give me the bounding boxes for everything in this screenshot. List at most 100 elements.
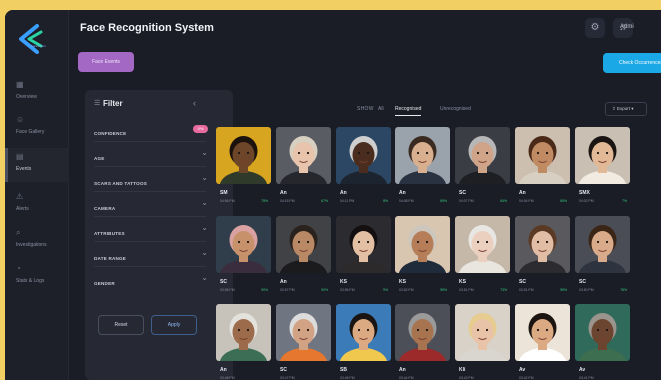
- face-card[interactable]: SC 04:07 PM 84%: [455, 127, 510, 203]
- filter-icon: ☰: [94, 100, 101, 107]
- face-photo: [336, 304, 391, 361]
- face-time: 04:04 PM: [519, 199, 534, 203]
- face-card[interactable]: An 03:57 PM 92%: [276, 216, 331, 292]
- sidebar-item-face-gallery[interactable]: ☺ Face Gallery: [5, 115, 69, 145]
- face-card[interactable]: SC 03:51 PM 95%: [515, 216, 570, 292]
- face-photo: [216, 127, 271, 184]
- chevron-down-icon: ▾: [630, 106, 634, 111]
- face-name: SC: [280, 367, 287, 373]
- sidebar: FaceVision ▦ Overview ☺ Face Gallery ▤ E…: [5, 10, 69, 380]
- export-label: Export: [617, 106, 631, 111]
- apply-button[interactable]: Apply: [151, 315, 197, 335]
- face-confidence: 90%: [261, 288, 268, 292]
- face-photo: [395, 216, 450, 273]
- gear-icon: ⚙: [590, 22, 600, 33]
- filter-confidence[interactable]: CONFIDENCE 0%: [94, 122, 208, 142]
- sidebar-item-label: Investigations: [16, 242, 47, 248]
- face-card[interactable]: SC 03:50 PM 78%: [575, 216, 630, 292]
- face-card[interactable]: KS 03:55 PM 9%: [336, 216, 391, 292]
- face-time: 03:41 PM: [579, 376, 594, 380]
- filter-age[interactable]: AGE ⌄: [94, 147, 208, 167]
- check-occurrences-button[interactable]: Check Occurrences: [603, 53, 661, 73]
- face-photo: [276, 304, 331, 361]
- settings-button[interactable]: ⚙: [585, 18, 605, 38]
- face-photo: [395, 127, 450, 184]
- face-card[interactable]: An 03:48 PM: [216, 304, 271, 380]
- show-label: SHOW: [357, 106, 374, 112]
- sidebar-item-label: Face Gallery: [16, 129, 45, 135]
- face-photo: [575, 127, 630, 184]
- sidebar-item-alerts[interactable]: ⚠ Alerts: [5, 192, 69, 222]
- page-title: Face Recognition System: [80, 22, 214, 34]
- filter-label: SCARS AND TATTOOS: [94, 181, 147, 186]
- face-photo: [276, 127, 331, 184]
- face-photo: [395, 304, 450, 361]
- sidebar-item-label: Stats & Logs: [16, 278, 45, 284]
- filter-scars-tattoos[interactable]: SCARS AND TATTOOS ⌄: [94, 172, 208, 192]
- divider: [94, 141, 206, 142]
- face-events-button[interactable]: Face Events: [78, 52, 134, 72]
- face-name: An: [399, 367, 406, 373]
- face-photo: [455, 216, 510, 273]
- sidebar-item-overview[interactable]: ▦ Overview: [5, 80, 69, 110]
- face-name: SC: [579, 279, 586, 285]
- chevron-down-icon: ⌄: [201, 223, 208, 232]
- face-time: 04:56 PM: [220, 199, 235, 203]
- export-button[interactable]: ⇪ Export ▾: [605, 102, 647, 116]
- face-confidence: 73%: [500, 288, 507, 292]
- face-photo: [575, 304, 630, 361]
- admin-user-menu[interactable]: Admi: [620, 24, 634, 30]
- face-photo: [336, 127, 391, 184]
- face-card[interactable]: KS 03:52 PM 95%: [395, 216, 450, 292]
- face-name: SB: [340, 367, 347, 373]
- reset-button[interactable]: Reset: [98, 315, 144, 335]
- face-time: 03:48 PM: [220, 376, 235, 380]
- sidebar-item-events[interactable]: ▤ Events: [5, 148, 69, 182]
- face-card[interactable]: An 03:44 PM: [395, 304, 450, 380]
- face-card[interactable]: Av 03:41 PM: [575, 304, 630, 380]
- filter-camera[interactable]: CAMERA ⌄: [94, 197, 208, 217]
- face-card[interactable]: An 04:15 PM 67%: [276, 127, 331, 203]
- face-photo: [336, 216, 391, 273]
- face-card[interactable]: SC 03:58 PM 90%: [216, 216, 271, 292]
- filter-label: GENDER: [94, 281, 115, 286]
- sidebar-item-stats-logs[interactable]: ◔ Stats & Logs: [5, 264, 69, 294]
- divider: [94, 266, 206, 267]
- app-window: FaceVision ▦ Overview ☺ Face Gallery ▤ E…: [5, 10, 661, 380]
- face-name: SMX: [579, 190, 590, 196]
- face-card[interactable]: An 04:08 PM 69%: [395, 127, 450, 203]
- face-card[interactable]: SB 03:45 PM: [336, 304, 391, 380]
- tab-recognised[interactable]: Recognised: [395, 106, 422, 116]
- filter-gender[interactable]: GENDER ⌄: [94, 272, 208, 286]
- divider: [94, 216, 206, 217]
- filter-attributes[interactable]: ATTRIBUTES ⌄: [94, 222, 208, 242]
- face-name: Av: [519, 367, 526, 373]
- face-name: KS: [340, 279, 347, 285]
- face-photo: [455, 127, 510, 184]
- tab-unrecognised[interactable]: Unrecognised: [440, 106, 471, 112]
- divider: [94, 166, 206, 167]
- face-name: SM: [220, 190, 228, 196]
- chart-icon: ◔: [16, 264, 21, 273]
- face-card[interactable]: SM 04:56 PM 75%: [216, 127, 271, 203]
- face-time: 03:42 PM: [519, 376, 534, 380]
- face-time: 03:58 PM: [220, 288, 235, 292]
- face-time: 03:52 PM: [399, 288, 414, 292]
- face-card[interactable]: Kli 03:43 PM: [455, 304, 510, 380]
- face-confidence: 65%: [560, 199, 567, 203]
- collapse-filter-icon[interactable]: ‹: [193, 98, 196, 108]
- face-card[interactable]: KS 03:51 PM 73%: [455, 216, 510, 292]
- tab-all[interactable]: All: [378, 106, 384, 112]
- filter-title: Filter: [103, 99, 123, 108]
- face-card[interactable]: SMX 04:02 PM 7%: [575, 127, 630, 203]
- face-name: An: [519, 190, 526, 196]
- filter-date-range[interactable]: DATE RANGE ⌄: [94, 247, 208, 267]
- sidebar-item-investigations[interactable]: ⌕ Investigations: [5, 228, 69, 258]
- face-time: 03:57 PM: [280, 288, 295, 292]
- face-card[interactable]: An 04:04 PM 65%: [515, 127, 570, 203]
- face-card[interactable]: Av 03:42 PM: [515, 304, 570, 380]
- filter-label: ATTRIBUTES: [94, 231, 125, 236]
- face-time: 03:43 PM: [459, 376, 474, 380]
- face-card[interactable]: An 04:11 PM 8%: [336, 127, 391, 203]
- face-card[interactable]: SC 03:47 PM: [276, 304, 331, 380]
